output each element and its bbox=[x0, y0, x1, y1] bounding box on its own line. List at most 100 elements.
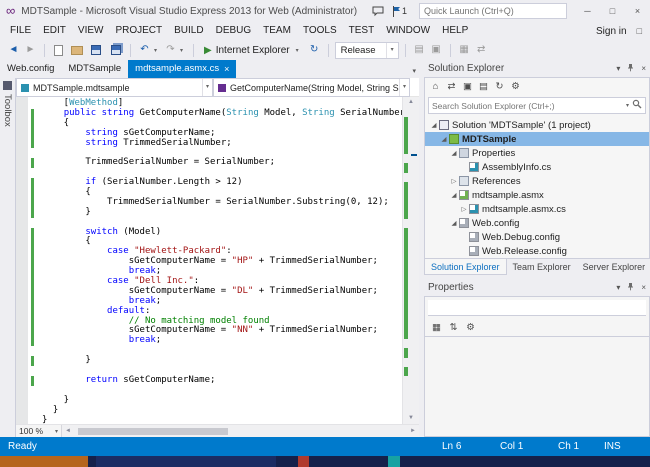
menu-build[interactable]: BUILD bbox=[168, 22, 209, 40]
window-position-icon[interactable]: ▾ bbox=[616, 283, 620, 292]
start-debug-button[interactable]: ▶ Internet Explorer ▾ bbox=[200, 45, 305, 56]
minimize-button[interactable]: ─ bbox=[575, 0, 600, 22]
scroll-left-icon[interactable]: ◄ bbox=[62, 428, 74, 434]
type-dropdown[interactable]: MDTSample.mdtsample ▾ bbox=[16, 78, 213, 97]
taskbar-item[interactable] bbox=[298, 456, 309, 467]
menu-edit[interactable]: EDIT bbox=[37, 22, 72, 40]
menu-tools[interactable]: TOOLS bbox=[297, 22, 343, 40]
close-button[interactable]: × bbox=[625, 0, 650, 22]
close-tab-icon[interactable]: × bbox=[224, 60, 229, 78]
navigate-forward-icon[interactable]: ► bbox=[23, 40, 38, 60]
redo-icon[interactable]: ↷ bbox=[163, 40, 178, 60]
expander-expanded-icon[interactable]: ◢ bbox=[449, 219, 459, 227]
properties-header[interactable]: Properties ▾ × bbox=[424, 279, 650, 296]
tree-item-mdtsample.asmx[interactable]: ◢mdtsample.asmx bbox=[425, 188, 649, 202]
categorized-icon[interactable]: ▦ bbox=[429, 319, 444, 337]
code-line[interactable]: } bbox=[16, 356, 402, 366]
feedback-icon[interactable] bbox=[372, 6, 384, 17]
undo-dropdown-icon[interactable]: ▾ bbox=[154, 47, 161, 54]
expander-expanded-icon[interactable]: ◢ bbox=[439, 135, 449, 143]
notifications-flag-icon[interactable]: 1 bbox=[392, 6, 407, 17]
properties-object-dropdown[interactable] bbox=[428, 300, 646, 316]
home-icon[interactable]: ⌂ bbox=[428, 78, 443, 96]
close-pane-icon[interactable]: × bbox=[641, 64, 646, 73]
tab-mdtsample.asmx.cs[interactable]: mdtsample.asmx.cs× bbox=[128, 60, 236, 78]
tab-Web.config[interactable]: Web.config bbox=[0, 60, 61, 78]
scroll-up-icon[interactable]: ▲ bbox=[403, 97, 419, 108]
expander-expanded-icon[interactable]: ◢ bbox=[449, 149, 459, 157]
hscrollbar-thumb[interactable] bbox=[78, 428, 228, 435]
tree-item-web.config[interactable]: ◢Web.config bbox=[425, 216, 649, 230]
solution-explorer-header[interactable]: Solution Explorer ▾ × bbox=[424, 60, 650, 77]
menu-file[interactable]: FILE bbox=[4, 22, 37, 40]
toolbar-extra-icon-3[interactable]: ▦ bbox=[457, 40, 472, 60]
code-line[interactable] bbox=[16, 386, 402, 396]
show-all-files-icon[interactable]: ▤ bbox=[476, 78, 491, 96]
tree-item-web.release.config[interactable]: Web.Release.config bbox=[425, 244, 649, 258]
save-icon[interactable] bbox=[91, 45, 101, 55]
menu-view[interactable]: VIEW bbox=[72, 22, 110, 40]
property-pages-icon[interactable]: ⚙ bbox=[463, 319, 478, 337]
expander-collapsed-icon[interactable]: ▷ bbox=[459, 205, 469, 213]
expander-expanded-icon[interactable]: ◢ bbox=[449, 191, 459, 199]
properties-icon[interactable]: ⚙ bbox=[508, 78, 523, 96]
pane-tab-server-explorer[interactable]: Server Explorer bbox=[577, 259, 650, 275]
editor-vscrollbar[interactable]: ▲ ▼ bbox=[402, 97, 419, 424]
toolbar-extra-icon-1[interactable]: ▤ bbox=[412, 40, 427, 60]
code-line[interactable]: } bbox=[16, 208, 402, 218]
menu-help[interactable]: HELP bbox=[436, 22, 474, 40]
quick-launch-input[interactable] bbox=[419, 3, 567, 19]
code-line[interactable]: } bbox=[16, 406, 402, 416]
open-file-icon[interactable] bbox=[71, 46, 83, 55]
browser-dropdown-icon[interactable]: ▾ bbox=[294, 47, 301, 54]
redo-dropdown-icon[interactable]: ▾ bbox=[180, 47, 187, 54]
navigate-backward-icon[interactable]: ◄ bbox=[6, 40, 21, 60]
toolbox-tab[interactable]: Toolbox bbox=[0, 78, 15, 437]
code-line[interactable]: } bbox=[16, 416, 402, 425]
zoom-control[interactable]: 100 % ▾ bbox=[16, 425, 62, 438]
tree-item-web.debug.config[interactable]: Web.Debug.config bbox=[425, 230, 649, 244]
save-all-icon[interactable] bbox=[111, 45, 121, 55]
toolbar-extra-icon-4[interactable]: ⇄ bbox=[474, 40, 489, 60]
tab-list-dropdown-icon[interactable]: ▾ bbox=[412, 67, 416, 75]
collapse-all-icon[interactable]: ▣ bbox=[460, 78, 475, 96]
pane-tab-solution-explorer[interactable]: Solution Explorer bbox=[424, 259, 507, 275]
title-bar[interactable]: ∞ MDTSample - Microsoft Visual Studio Ex… bbox=[0, 0, 650, 22]
refresh-icon[interactable]: ↻ bbox=[492, 78, 507, 96]
sign-in-button[interactable]: Sign in bbox=[596, 26, 627, 37]
pin-icon[interactable] bbox=[626, 63, 635, 75]
pane-tab-team-explorer[interactable]: Team Explorer bbox=[507, 259, 577, 275]
solution-search-box[interactable]: ▾ bbox=[428, 97, 646, 114]
alphabetical-icon[interactable]: ⇅ bbox=[446, 319, 461, 337]
undo-icon[interactable]: ↶ bbox=[137, 40, 152, 60]
full-screen-icon[interactable]: □ bbox=[637, 26, 642, 36]
menu-test[interactable]: TEST bbox=[343, 22, 381, 40]
member-dropdown[interactable]: GetComputerName(String Model, String Ser… bbox=[213, 78, 410, 97]
code-editor[interactable]: [WebMethod] public string GetComputerNam… bbox=[16, 97, 402, 424]
tree-item-references[interactable]: ▷References bbox=[425, 174, 649, 188]
expander-expanded-icon[interactable]: ◢ bbox=[429, 121, 439, 129]
code-line[interactable]: string TrimmedSerialNumber; bbox=[16, 139, 402, 149]
code-line[interactable]: break; bbox=[16, 336, 402, 346]
scroll-down-icon[interactable]: ▼ bbox=[403, 413, 419, 424]
expander-collapsed-icon[interactable]: ▷ bbox=[449, 177, 459, 185]
scroll-right-icon[interactable]: ► bbox=[407, 428, 419, 434]
tab-MDTSample[interactable]: MDTSample bbox=[61, 60, 128, 78]
menu-window[interactable]: WINDOW bbox=[380, 22, 436, 40]
menu-project[interactable]: PROJECT bbox=[109, 22, 168, 40]
configuration-dropdown[interactable]: Release ▾ bbox=[335, 42, 399, 59]
tree-item-mdtsample.asmx.cs[interactable]: ▷mdtsample.asmx.cs bbox=[425, 202, 649, 216]
pin-icon[interactable] bbox=[626, 282, 635, 294]
menu-debug[interactable]: DEBUG bbox=[210, 22, 258, 40]
tree-item-properties[interactable]: ◢Properties bbox=[425, 146, 649, 160]
refresh-icon[interactable]: ↻ bbox=[307, 40, 322, 60]
window-position-icon[interactable]: ▾ bbox=[616, 64, 620, 73]
sync-with-active-document-icon[interactable]: ⇄ bbox=[444, 78, 459, 96]
close-pane-icon[interactable]: × bbox=[641, 283, 646, 292]
code-line[interactable]: TrimmedSerialNumber = SerialNumber; bbox=[16, 158, 402, 168]
menu-team[interactable]: TEAM bbox=[257, 22, 297, 40]
editor-vscrollbar-track[interactable] bbox=[403, 108, 419, 413]
windows-taskbar[interactable] bbox=[0, 456, 650, 467]
solution-search-input[interactable] bbox=[432, 101, 623, 111]
tree-item-assemblyinfo.cs[interactable]: AssemblyInfo.cs bbox=[425, 160, 649, 174]
